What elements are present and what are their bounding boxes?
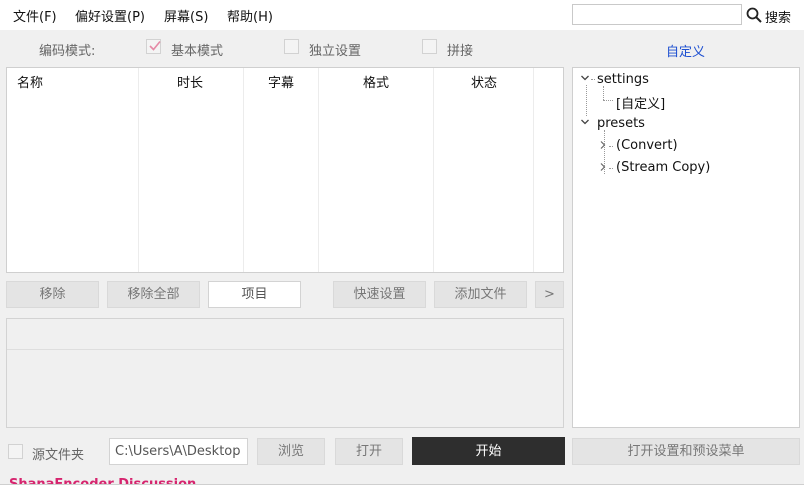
source-folder-checkbox[interactable] [8,444,23,459]
search-icon[interactable] [745,6,763,24]
add-file-button[interactable]: 添加文件 [434,281,527,308]
column-separator [433,68,434,272]
independent-settings-checkbox[interactable] [284,39,299,54]
remove-all-button[interactable]: 移除全部 [107,281,200,308]
encoding-mode-label: 编码模式: [39,44,96,59]
tree-node-presets[interactable]: presets [597,116,645,131]
chevron-down-icon[interactable] [580,117,590,130]
tree-connector [591,79,595,80]
column-separator [138,68,139,272]
column-separator [533,68,534,272]
preset-tree[interactable]: settings [自定义] presets (Convert) (Stream… [572,67,800,428]
tree-connector [586,85,587,116]
tree-connector [609,146,613,147]
tree-node-convert[interactable]: (Convert) [616,138,678,153]
menu-subtitles[interactable]: 屏幕(S) [164,6,208,25]
tree-node-settings[interactable]: settings [597,72,649,87]
tree-connector [603,100,613,101]
quick-settings-button[interactable]: 快速设置 [333,281,426,308]
log-divider [7,349,563,350]
tree-node-custom[interactable]: [自定义] [616,93,665,112]
basic-mode-label: 基本模式 [171,44,224,59]
log-panel [6,318,564,428]
browse-button[interactable]: 浏览 [257,438,325,465]
file-list[interactable]: 名称 时长 字幕 格式 状态 [6,67,564,273]
search-label[interactable]: 搜索 [765,7,791,26]
menu-help[interactable]: 帮助(H) [227,6,273,25]
column-header-format[interactable]: 格式 [363,72,389,91]
column-separator [243,68,244,272]
basic-mode-checkbox[interactable] [146,39,161,54]
tree-connector [609,168,613,169]
chevron-right-icon[interactable] [599,140,607,153]
menu-file[interactable]: 文件(F) [13,6,57,25]
search-input[interactable] [572,4,742,25]
tree-node-stream-copy[interactable]: (Stream Copy) [616,160,710,175]
remove-button[interactable]: 移除 [6,281,99,308]
menu-preferences[interactable]: 偏好设置(P) [75,6,145,25]
column-header-name[interactable]: 名称 [17,72,43,91]
tree-connector [603,86,604,100]
start-button[interactable]: 开始 [412,437,565,465]
column-header-subtitle[interactable]: 字幕 [268,72,294,91]
open-button[interactable]: 打开 [335,438,403,465]
column-separator [318,68,319,272]
source-path-field[interactable]: C:\Users\A\Desktop [109,438,248,465]
column-header-status[interactable]: 状态 [471,72,497,91]
chevron-right-icon[interactable] [599,162,607,175]
column-header-duration[interactable]: 时长 [177,72,203,91]
custom-link[interactable]: 自定义 [666,41,705,60]
concat-checkbox[interactable] [422,39,437,54]
chevron-down-icon[interactable] [580,73,590,86]
independent-settings-label: 独立设置 [309,44,362,59]
item-field[interactable]: 项目 [208,281,301,308]
concat-label: 拼接 [447,44,474,59]
source-folder-label: 源文件夹 [32,448,85,463]
open-settings-menu-button[interactable]: 打开设置和预设菜单 [572,438,800,465]
more-button[interactable]: > [535,281,564,308]
